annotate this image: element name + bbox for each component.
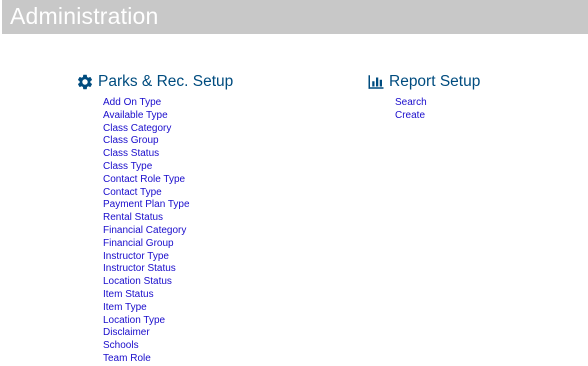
- parks-rec-setup-title: Parks & Rec. Setup: [98, 73, 234, 90]
- link-search[interactable]: Search: [395, 97, 480, 110]
- parks-rec-setup-header: Parks & Rec. Setup: [76, 71, 233, 93]
- report-setup-title: Report Setup: [389, 73, 481, 90]
- link-team-role[interactable]: Team Role: [103, 353, 233, 366]
- parks-rec-setup-section: Parks & Rec. Setup Add On Type Available…: [76, 71, 233, 366]
- link-create[interactable]: Create: [395, 110, 480, 123]
- link-item-status[interactable]: Item Status: [103, 289, 233, 302]
- report-setup-links: Search Create: [395, 97, 480, 123]
- link-payment-plan-type[interactable]: Payment Plan Type: [103, 199, 233, 212]
- link-available-type[interactable]: Available Type: [103, 110, 233, 123]
- link-class-type[interactable]: Class Type: [103, 161, 233, 174]
- link-class-category[interactable]: Class Category: [103, 123, 233, 136]
- link-add-on-type[interactable]: Add On Type: [103, 97, 233, 110]
- link-class-group[interactable]: Class Group: [103, 135, 233, 148]
- link-contact-role-type[interactable]: Contact Role Type: [103, 174, 233, 187]
- page-title: Administration: [10, 3, 159, 29]
- report-setup-section: Report Setup Search Create: [367, 71, 480, 123]
- page-header: Administration: [2, 0, 588, 34]
- link-financial-group[interactable]: Financial Group: [103, 238, 233, 251]
- link-contact-type[interactable]: Contact Type: [103, 187, 233, 200]
- link-class-status[interactable]: Class Status: [103, 148, 233, 161]
- link-location-status[interactable]: Location Status: [103, 276, 233, 289]
- link-item-type[interactable]: Item Type: [103, 302, 233, 315]
- link-location-type[interactable]: Location Type: [103, 315, 233, 328]
- link-instructor-type[interactable]: Instructor Type: [103, 251, 233, 264]
- gear-icon: [77, 74, 93, 90]
- parks-rec-setup-links: Add On Type Available Type Class Categor…: [103, 97, 233, 366]
- link-financial-category[interactable]: Financial Category: [103, 225, 233, 238]
- link-disclaimer[interactable]: Disclaimer: [103, 327, 233, 340]
- link-instructor-status[interactable]: Instructor Status: [103, 263, 233, 276]
- report-setup-header: Report Setup: [367, 71, 480, 93]
- bar-chart-icon: [368, 75, 384, 89]
- link-schools[interactable]: Schools: [103, 340, 233, 353]
- link-rental-status[interactable]: Rental Status: [103, 212, 233, 225]
